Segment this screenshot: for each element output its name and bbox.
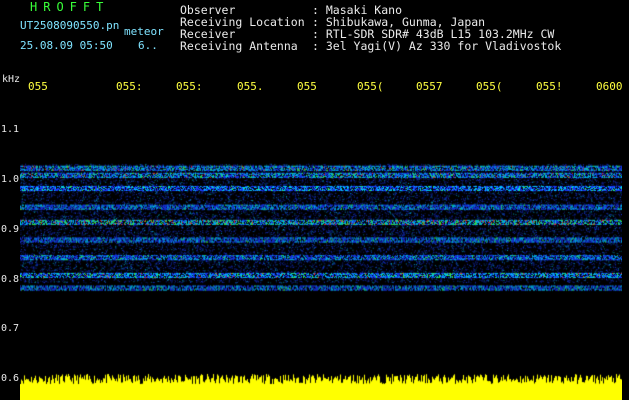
datetime-label: 25.08.09 05:50: [20, 39, 113, 52]
freq-tick: 1.1: [1, 124, 20, 135]
count-label: 6..: [138, 39, 158, 52]
power-strip-canvas: [20, 372, 622, 400]
mode-label: meteor: [124, 25, 164, 38]
time-tick: 055!: [536, 80, 563, 93]
time-tick: 0557: [416, 80, 443, 93]
time-tick: 0600: [596, 80, 623, 93]
time-tick: 055:: [176, 80, 203, 93]
time-tick: 055:: [116, 80, 143, 93]
time-tick: 055: [28, 80, 48, 93]
time-tick: 055(: [476, 80, 503, 93]
file-name: UT2508090550.pn: [20, 19, 120, 32]
freq-tick: 0.8: [1, 274, 20, 285]
antenna-label: Receiving Antenna: [180, 39, 298, 53]
time-tick: 055.: [237, 80, 264, 93]
app-title: HROFFT: [30, 0, 110, 14]
spectrogram-canvas: [20, 98, 622, 376]
time-tick: 055(: [357, 80, 384, 93]
freq-tick: 0.7: [1, 323, 20, 334]
freq-tick: 0.6: [1, 373, 20, 384]
freq-unit-label: kHz: [2, 74, 21, 85]
antenna-value: : 3el Yagi(V) Az 330 for Vladivostok: [312, 39, 562, 53]
freq-tick: 1.0: [1, 174, 20, 185]
freq-tick: 0.9: [1, 224, 20, 235]
time-tick: 055: [297, 80, 317, 93]
